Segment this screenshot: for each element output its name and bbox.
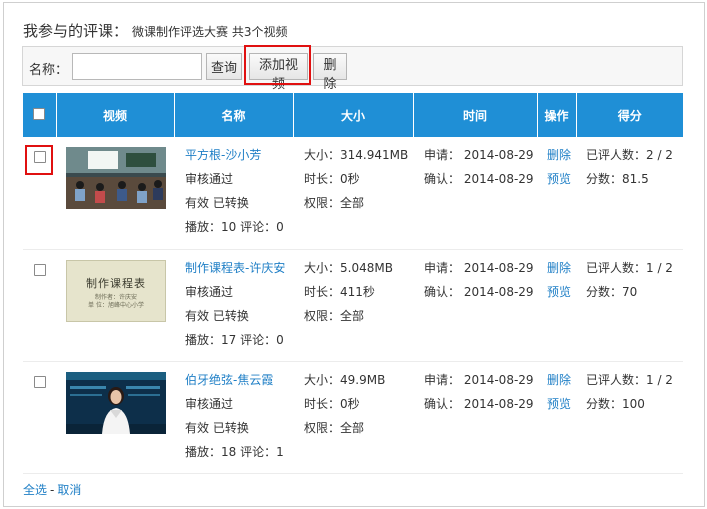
column-header-actions: 操作 xyxy=(537,93,577,137)
row-delete-link[interactable]: 删除 xyxy=(547,148,571,162)
rater-count: 已评人数：1 / 2 xyxy=(586,372,673,387)
valid-status: 有效 已转换 xyxy=(185,308,249,323)
video-thumbnail-presenter[interactable] xyxy=(66,371,166,434)
confirm-date: 确认： 2014-08-29 xyxy=(424,284,534,299)
apply-date: 申请： 2014-08-29 xyxy=(424,148,534,162)
video-thumbnail-classroom[interactable] xyxy=(66,147,166,209)
size-cell: 大小：314.941MB 时长：0秒 权限：全部 xyxy=(293,137,413,250)
cancel-selection-link[interactable]: 取消 xyxy=(57,483,81,497)
file-size: 大小：49.9MB xyxy=(304,372,386,387)
row-checkbox[interactable] xyxy=(33,375,46,388)
duration: 时长：0秒 xyxy=(304,172,360,186)
row-select-cell[interactable] xyxy=(23,361,56,474)
video-thumb-cell xyxy=(56,137,174,250)
video-info-cell: 制作课程表-许庆安 审核通过 有效 已转换 播放：17 评论：0 xyxy=(174,249,293,362)
delete-button[interactable]: 删除 xyxy=(313,53,347,92)
column-header-name: 名称 xyxy=(174,93,294,137)
row-select-cell[interactable] xyxy=(23,249,56,362)
page-title: 我参与的评课： 微课制作评选大赛 共3个视频 xyxy=(23,20,287,41)
file-size: 大小：5.048MB xyxy=(304,260,393,275)
name-search-input[interactable] xyxy=(72,53,202,80)
permission: 权限：全部 xyxy=(304,308,365,323)
video-thumbnail-slide[interactable]: 制作课程表 制作者：许庆安 单 位：旭峰中心小学 xyxy=(66,259,166,322)
page-title-sub: 微课制作评选大赛 共3个视频 xyxy=(132,25,288,39)
table-row: 平方根-沙小芳 审核通过 有效 已转换 播放：10 评论：0 大小：314.94… xyxy=(23,137,683,250)
thumb-slide-author: 制作者：许庆安 xyxy=(94,293,137,301)
play-comment-count: 播放：18 评论：1 xyxy=(185,444,284,459)
column-header-video: 视频 xyxy=(56,93,175,137)
video-name-link[interactable]: 平方根-沙小芳 xyxy=(185,148,261,162)
page-title-main: 我参与的评课： xyxy=(23,22,129,40)
size-cell: 大小：5.048MB 时长：411秒 权限：全部 xyxy=(293,249,413,362)
actions-cell: 删除 预览 xyxy=(537,249,576,362)
score-value: 分数：100 xyxy=(586,396,645,411)
add-video-button[interactable]: 添加视频 xyxy=(249,53,308,92)
play-comment-count: 播放：10 评论：0 xyxy=(185,220,284,234)
thumb-slide-school: 单 位：旭峰中心小学 xyxy=(88,301,144,309)
video-name-link[interactable]: 制作课程表-许庆安 xyxy=(185,261,285,275)
column-header-score: 得分 xyxy=(576,93,683,137)
table-row: 制作课程表 制作者：许庆安 单 位：旭峰中心小学 制作课程表-许庆安 审核通过 … xyxy=(23,249,683,362)
valid-status: 有效 已转换 xyxy=(185,196,249,210)
valid-status: 有效 已转换 xyxy=(185,420,249,435)
confirm-date: 确认： 2014-08-29 xyxy=(424,172,534,186)
actions-cell: 删除 预览 xyxy=(537,361,576,474)
score-cell: 已评人数：1 / 2 分数：70 xyxy=(576,249,683,362)
size-cell: 大小：49.9MB 时长：0秒 权限：全部 xyxy=(293,361,413,474)
row-preview-link[interactable]: 预览 xyxy=(547,172,571,186)
row-preview-link[interactable]: 预览 xyxy=(547,397,571,411)
video-name-link[interactable]: 伯牙绝弦-焦云霞 xyxy=(185,373,273,387)
score-value: 分数：70 xyxy=(586,284,638,299)
name-label: 名称： xyxy=(29,63,69,78)
row-preview-link[interactable]: 预览 xyxy=(547,285,571,299)
review-status: 审核通过 xyxy=(185,396,234,411)
video-thumb-cell: 制作课程表 制作者：许庆安 单 位：旭峰中心小学 xyxy=(56,249,174,362)
file-size: 大小：314.941MB xyxy=(304,148,409,162)
table-row: 伯牙绝弦-焦云霞 审核通过 有效 已转换 播放：18 评论：1 大小：49.9M… xyxy=(23,361,683,474)
video-info-cell: 平方根-沙小芳 审核通过 有效 已转换 播放：10 评论：0 xyxy=(174,137,293,250)
time-cell: 申请： 2014-08-29 确认： 2014-08-29 xyxy=(413,361,537,474)
review-status: 审核通过 xyxy=(185,284,234,299)
rater-count: 已评人数：2 / 2 xyxy=(586,148,673,162)
time-cell: 申请： 2014-08-29 确认： 2014-08-29 xyxy=(413,137,537,250)
row-checkbox[interactable] xyxy=(33,263,46,276)
row-delete-link[interactable]: 删除 xyxy=(547,261,571,275)
duration: 时长：411秒 xyxy=(304,284,375,299)
score-cell: 已评人数：1 / 2 分数：100 xyxy=(576,361,683,474)
review-status: 审核通过 xyxy=(185,172,234,186)
video-table: 视频 名称 大小 时间 操作 得分 平方根-沙小芳 审核通过 有效 已转换 播放… xyxy=(23,93,683,474)
play-comment-count: 播放：17 评论：0 xyxy=(185,332,284,347)
row-select-cell[interactable] xyxy=(23,137,56,250)
score-value: 分数：81.5 xyxy=(586,172,649,186)
table-header-row: 视频 名称 大小 时间 操作 得分 xyxy=(23,93,683,137)
confirm-date: 确认： 2014-08-29 xyxy=(424,396,534,411)
duration: 时长：0秒 xyxy=(304,396,360,411)
footer-selection: 全选 - 取消 xyxy=(23,481,81,498)
select-all-checkbox[interactable] xyxy=(33,107,46,120)
rater-count: 已评人数：1 / 2 xyxy=(586,260,673,275)
query-button[interactable]: 查询 xyxy=(206,53,242,80)
search-toolbar: 名称： 查询 添加视频 删除 xyxy=(22,46,683,92)
row-delete-link[interactable]: 删除 xyxy=(547,373,571,387)
column-header-time: 时间 xyxy=(413,93,538,137)
row-checkbox[interactable] xyxy=(33,151,46,163)
header-select-all[interactable] xyxy=(23,93,57,137)
permission: 权限：全部 xyxy=(304,420,365,435)
time-cell: 申请： 2014-08-29 确认： 2014-08-29 xyxy=(413,249,537,362)
actions-cell: 删除 预览 xyxy=(537,137,576,250)
video-info-cell: 伯牙绝弦-焦云霞 审核通过 有效 已转换 播放：18 评论：1 xyxy=(174,361,293,474)
footer-separator: - xyxy=(50,483,55,497)
score-cell: 已评人数：2 / 2 分数：81.5 xyxy=(576,137,683,250)
permission: 权限：全部 xyxy=(304,196,365,210)
select-all-link[interactable]: 全选 xyxy=(23,483,47,497)
apply-date: 申请： 2014-08-29 xyxy=(424,372,534,387)
video-thumb-cell xyxy=(56,361,174,474)
apply-date: 申请： 2014-08-29 xyxy=(424,260,534,275)
thumb-slide-title: 制作课程表 xyxy=(86,276,146,290)
column-header-size: 大小 xyxy=(293,93,414,137)
